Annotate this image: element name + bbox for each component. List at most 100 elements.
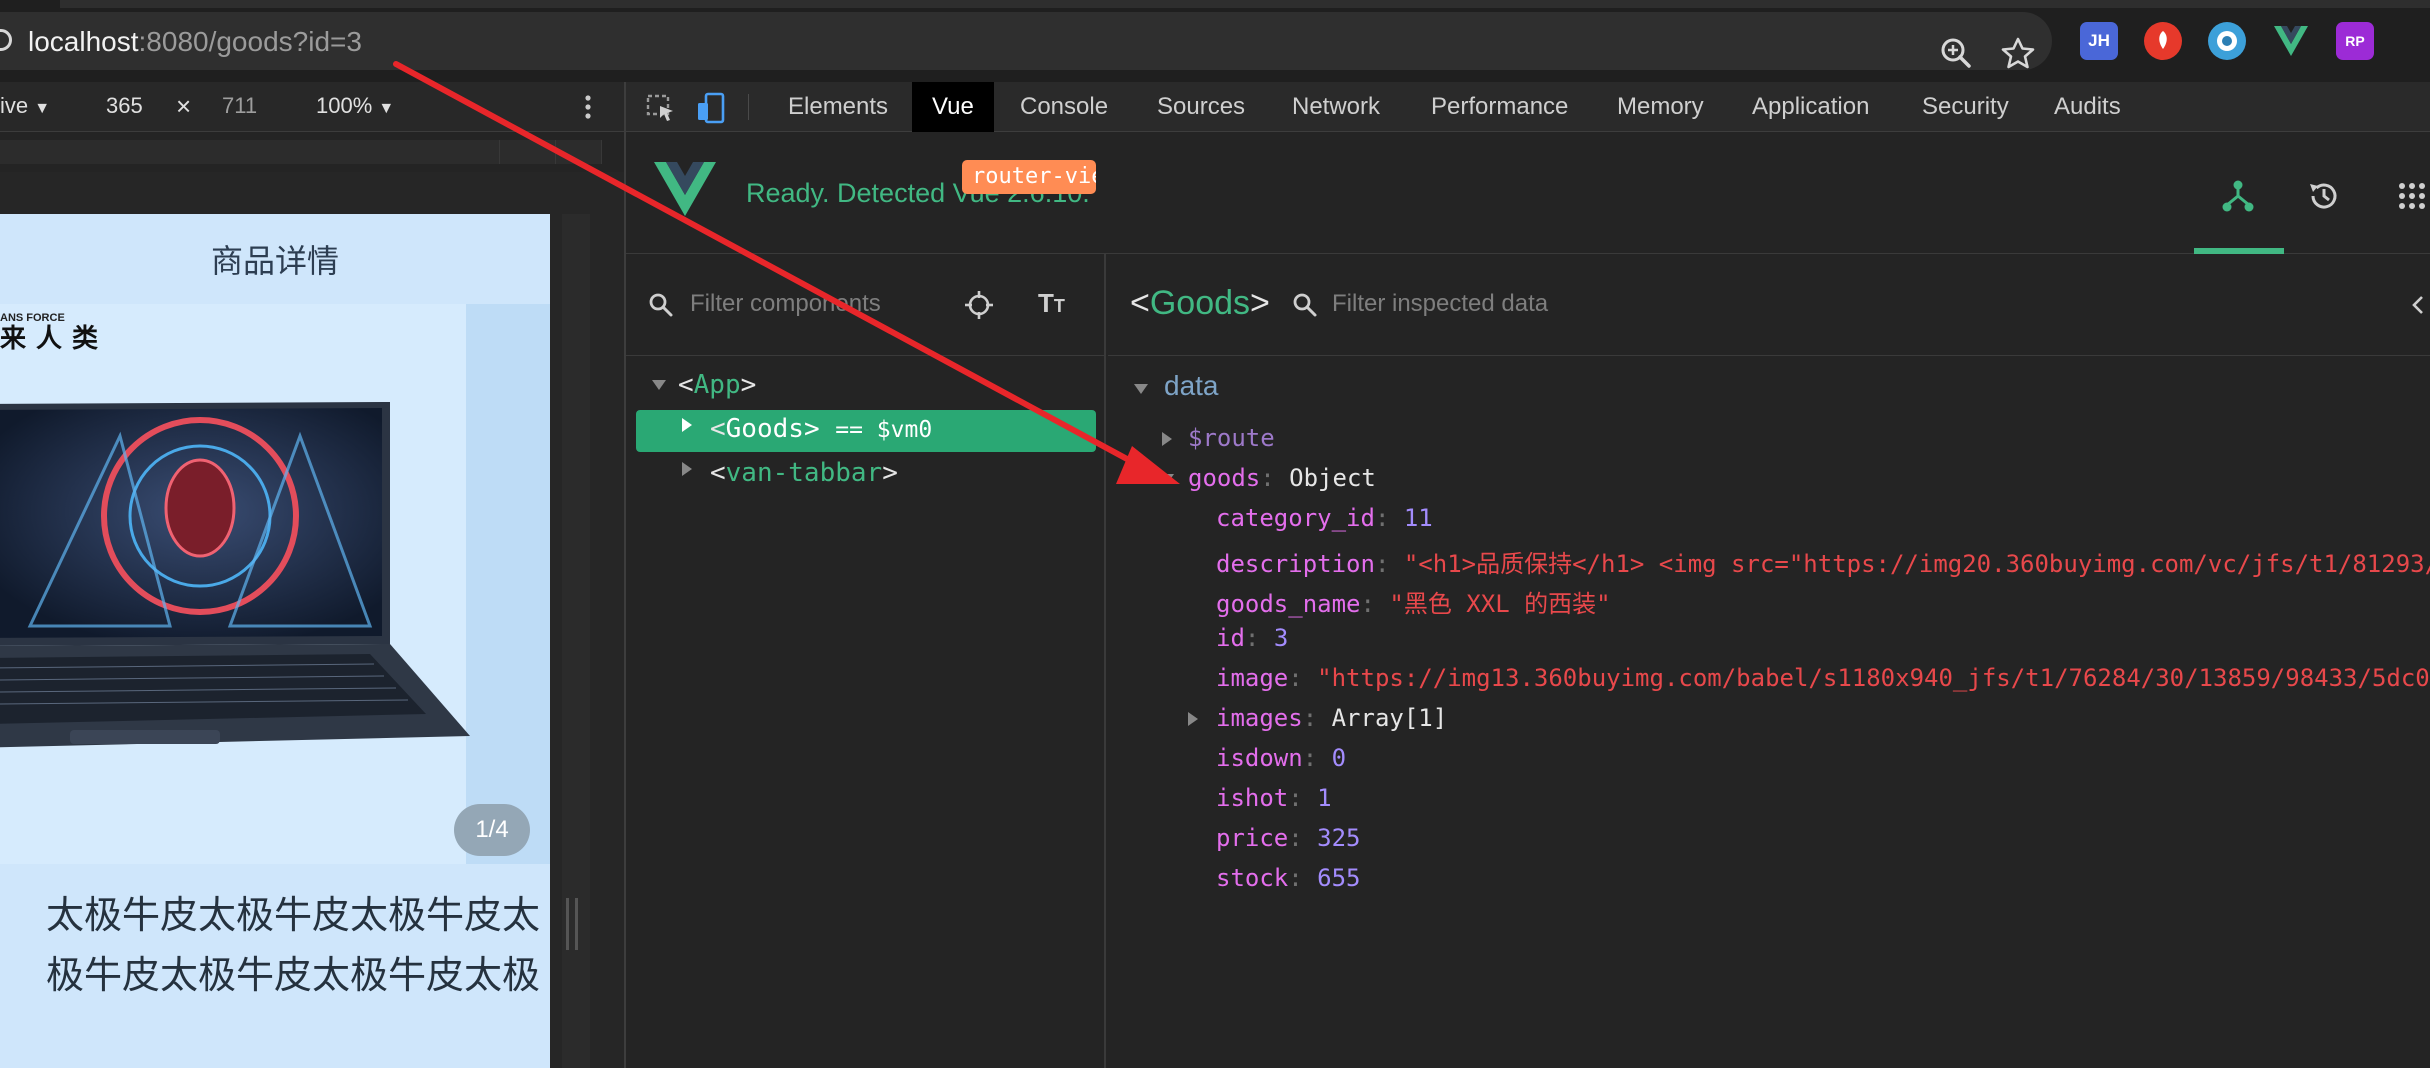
chevron-left-icon[interactable] — [2410, 294, 2426, 316]
resize-drag-handle[interactable] — [566, 898, 578, 950]
prop-route[interactable]: $route — [1188, 424, 1275, 452]
zoom-icon[interactable] — [1938, 35, 1974, 71]
prop-value: "https://img13.360buyimg.com/babel/s1180… — [1317, 664, 2430, 692]
emulated-viewport: 商品详情 ANS FORCE 来人类 1/4 太极牛皮太极牛皮太极牛皮太 极牛皮… — [0, 172, 624, 1068]
product-image-swiper[interactable]: ANS FORCE 来人类 1/4 — [0, 304, 550, 864]
prop-value: 3 — [1273, 624, 1289, 652]
prop-key: image — [1216, 664, 1289, 692]
device-mode-dropdown[interactable]: ive ▼ — [0, 93, 50, 119]
filter-inspected-data-input[interactable]: Filter inspected data — [1332, 290, 1548, 318]
dimension-separator: × — [176, 91, 192, 121]
prop-goods[interactable]: goods: Object — [1188, 464, 1376, 492]
toolbar-separator — [748, 94, 749, 120]
prop-separator: : — [1288, 664, 1318, 692]
selected-component-name: <Goods> — [1130, 284, 1270, 322]
collapse-arrow-icon[interactable] — [1134, 384, 1148, 394]
select-component-crosshair-icon[interactable] — [964, 290, 994, 320]
more-options-icon[interactable] — [576, 94, 600, 120]
viewport-height-input[interactable]: 711 — [222, 93, 257, 119]
expand-arrow-icon[interactable] — [1188, 712, 1198, 726]
prop-key: stock — [1216, 864, 1289, 892]
tab-sources[interactable]: Sources — [1157, 82, 1245, 132]
tree-node-app-label: App — [693, 370, 741, 400]
prop-value: "<h1>品质保持</h1> <img src="https://img20.3… — [1403, 550, 2430, 578]
tree-node-app[interactable]: <App> — [678, 370, 756, 400]
rocket-extension-icon[interactable] — [2144, 22, 2182, 60]
tree-node-van-tabbar-label: van-tabbar — [725, 458, 883, 488]
tab-security[interactable]: Security — [1922, 82, 2009, 132]
vue-devtools-extension-icon[interactable] — [2272, 22, 2310, 60]
site-info-icon[interactable] — [0, 29, 12, 51]
prop-key: images — [1216, 704, 1303, 732]
expand-arrow-icon[interactable] — [682, 418, 692, 432]
prop-image[interactable]: image: "https://img13.360buyimg.com/babe… — [1216, 664, 2430, 692]
device-toolbar-toggle-icon[interactable] — [696, 92, 726, 124]
tab-audits[interactable]: Audits — [2054, 82, 2121, 132]
collapse-arrow-icon[interactable] — [1160, 474, 1174, 484]
expand-arrow-icon[interactable] — [682, 462, 692, 476]
devtools-tab-bar: Elements Vue Console Sources Network Per… — [626, 82, 2430, 132]
prop-value: Array[1] — [1331, 704, 1448, 732]
prop-images[interactable]: images: Array[1] — [1216, 704, 1447, 732]
format-names-icon[interactable]: TT — [1038, 288, 1065, 319]
prop-value: 655 — [1317, 864, 1361, 892]
prop-isdown[interactable]: isdown: 0 — [1216, 744, 1346, 772]
rp-extension-icon[interactable]: RP — [2336, 22, 2374, 60]
vm-ref-label: == $vm0 — [835, 417, 933, 443]
viewport-width-input[interactable]: 365 — [106, 93, 143, 119]
url-text[interactable]: localhost:8080/goods?id=3 — [28, 26, 362, 58]
tab-vue[interactable]: Vue — [912, 82, 994, 132]
browser-address-bar: localhost:8080/goods?id=3 JH RP — [0, 0, 2430, 82]
router-view-badge: router-view — [962, 160, 1096, 194]
components-tab-icon[interactable] — [2220, 178, 2256, 214]
prop-goods-name[interactable]: goods_name: "黑色 XXL 的西装" — [1216, 584, 1611, 619]
chevron-down-icon: ▼ — [34, 100, 51, 117]
collapse-arrow-icon[interactable] — [652, 380, 666, 390]
prop-separator: : — [1360, 590, 1390, 618]
tab-console[interactable]: Console — [1020, 82, 1108, 132]
data-section-header[interactable]: data — [1164, 370, 1219, 402]
tab-elements[interactable]: Elements — [788, 82, 888, 132]
prop-price[interactable]: price: 325 — [1216, 824, 1361, 852]
tree-node-van-tabbar[interactable]: <van-tabbar> — [710, 458, 898, 488]
prop-separator: : — [1288, 864, 1318, 892]
media-query-ruler — [0, 132, 624, 172]
laptop-product-image — [0, 402, 470, 748]
bookmark-star-icon[interactable] — [2000, 35, 2036, 71]
tab-memory[interactable]: Memory — [1617, 82, 1704, 132]
vue-logo-icon — [654, 162, 716, 216]
inspect-element-icon[interactable] — [646, 94, 676, 122]
ruler-segment[interactable] — [556, 140, 602, 164]
prop-stock[interactable]: stock: 655 — [1216, 864, 1361, 892]
prop-key: description — [1216, 550, 1375, 578]
ruler-segment[interactable] — [0, 140, 500, 164]
prop-separator: : — [1302, 744, 1332, 772]
rocket-icon — [2159, 31, 2167, 49]
tab-performance[interactable]: Performance — [1431, 82, 1568, 132]
tab-network[interactable]: Network — [1292, 82, 1380, 132]
ruler-segment[interactable] — [500, 140, 556, 164]
jh-extension-icon[interactable]: JH — [2080, 22, 2118, 60]
prop-separator: : — [1244, 624, 1274, 652]
url-omnibox[interactable]: localhost:8080/goods?id=3 — [0, 12, 2052, 70]
expand-arrow-icon[interactable] — [1162, 432, 1172, 446]
vuex-grid-icon[interactable] — [2394, 178, 2430, 214]
search-icon — [1293, 293, 1317, 317]
zoom-dropdown[interactable]: 100% ▼ — [316, 93, 394, 119]
prop-value: "黑色 XXL 的西装" — [1389, 590, 1611, 618]
filter-components-input[interactable]: Filter components — [690, 290, 881, 318]
prop-ishot[interactable]: ishot: 1 — [1216, 784, 1332, 812]
device-toolbar: ive ▼ 365 × 711 100% ▼ — [0, 82, 624, 132]
prop-key: isdown — [1216, 744, 1303, 772]
prop-description[interactable]: description: "<h1>品质保持</h1> <img src="ht… — [1216, 544, 2430, 579]
vue-logo-icon — [2274, 26, 2308, 56]
device-mode-value: ive — [0, 93, 29, 118]
prop-category-id[interactable]: category_id: 11 — [1216, 504, 1433, 532]
tree-node-goods[interactable]: <Goods> == $vm0 — [710, 414, 932, 444]
prop-id[interactable]: id: 3 — [1216, 624, 1288, 652]
prop-value: 11 — [1403, 504, 1433, 532]
prop-goods-key: goods — [1188, 464, 1261, 492]
history-icon[interactable] — [2306, 178, 2342, 214]
eye-extension-icon[interactable] — [2208, 22, 2246, 60]
tab-application[interactable]: Application — [1752, 82, 1869, 132]
